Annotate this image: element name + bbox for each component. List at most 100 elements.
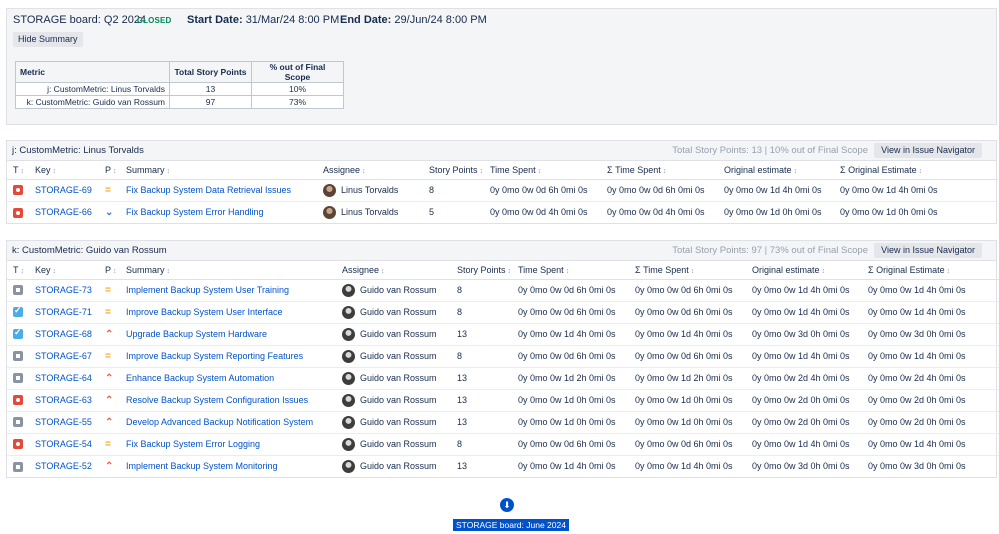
view-in-issue-navigator-button[interactable]: View in Issue Navigator [874, 243, 982, 258]
issue-key-link[interactable]: STORAGE-55 [35, 417, 92, 427]
issue-key-link[interactable]: STORAGE-67 [35, 351, 92, 361]
priority-cell: = [99, 433, 120, 456]
hide-summary-button[interactable]: Hide Summary [13, 32, 83, 47]
next-board-link[interactable]: STORAGE board: June 2024 [453, 519, 569, 531]
avatar [342, 393, 355, 407]
column-header-sum-original-estimate[interactable]: Σ Original Estimate ↕ [834, 161, 998, 180]
story-points-cell: 13 [451, 367, 512, 390]
sort-icon: ↕ [166, 167, 171, 175]
group-header: k: CustomMetric: Guido van Rossum Total S… [7, 241, 996, 261]
issue-key-link[interactable]: STORAGE-63 [35, 395, 92, 405]
issue-key-link[interactable]: STORAGE-64 [35, 373, 92, 383]
table-row[interactable]: STORAGE-68 ⌃ Upgrade Backup System Hardwar… [7, 323, 999, 346]
summary-points: 97 [169, 95, 252, 109]
issue-summary-link[interactable]: Implement Backup System Monitoring [126, 461, 278, 471]
issue-key-link[interactable]: STORAGE-68 [35, 329, 92, 339]
column-header-sum-time-spent[interactable]: Σ Time Spent ↕ [629, 261, 746, 280]
column-header-priority[interactable]: P ↕ [99, 161, 120, 180]
table-row[interactable]: STORAGE-69 = Fix Backup System Data Retrie… [7, 179, 998, 202]
issue-type-cell [7, 411, 29, 434]
story-points-cell: 13 [451, 389, 512, 412]
issue-summary-link[interactable]: Improve Backup System User Interface [126, 307, 283, 317]
column-header-label: Original estimate [724, 164, 792, 175]
table-row[interactable]: STORAGE-67 = Improve Backup System Reporti… [7, 345, 999, 368]
avatar [323, 183, 336, 197]
sort-icon: ↕ [362, 167, 366, 175]
issue-summary-link[interactable]: Upgrade Backup System Hardware [126, 329, 267, 339]
issue-key-cell: STORAGE-55 [29, 411, 99, 434]
summary-cell: Develop Advanced Backup Notification Sys… [120, 411, 336, 434]
column-header-time-spent[interactable]: Time Spent ↕ [484, 161, 601, 180]
table-row[interactable]: STORAGE-73 = Implement Backup System User … [7, 279, 999, 302]
end-date: End Date: 29/Jun/24 8:00 PM [340, 14, 487, 26]
sum-time-spent-cell: 0y 0mo 0w 1d 4h 0mi 0s [629, 323, 746, 346]
column-header-sum-original-estimate[interactable]: Σ Original Estimate ↕ [862, 261, 999, 280]
original-estimate-cell: 0y 0mo 0w 1d 4h 0mi 0s [746, 433, 862, 456]
issue-key-link[interactable]: STORAGE-71 [35, 307, 92, 317]
story-points-cell: 8 [423, 179, 484, 202]
issue-summary-link[interactable]: Resolve Backup System Configuration Issu… [126, 395, 308, 405]
column-header-story-points[interactable]: Story Points ↕ [423, 161, 484, 180]
column-header-original-estimate[interactable]: Original estimate ↕ [746, 261, 862, 280]
board-title: STORAGE board: Q2 2024 [13, 14, 147, 26]
column-header-priority[interactable]: P ↕ [99, 261, 120, 280]
column-header-type[interactable]: T ↕ [7, 261, 29, 280]
issue-key-link[interactable]: STORAGE-54 [35, 439, 92, 449]
issue-type-cell [7, 279, 29, 302]
status-badge: CLOSED [137, 16, 172, 25]
issue-summary-link[interactable]: Enhance Backup System Automation [126, 373, 274, 383]
issue-group: k: CustomMetric: Guido van Rossum Total S… [6, 240, 999, 478]
summary-points: 13 [169, 82, 252, 96]
story-points-cell: 8 [451, 345, 512, 368]
sort-icon: ↕ [113, 267, 117, 275]
issue-summary-link[interactable]: Implement Backup System User Training [126, 285, 289, 295]
table-row[interactable]: STORAGE-52 ⌃ Implement Backup System Monit… [7, 455, 999, 477]
issue-summary-link[interactable]: Fix Backup System Error Handling [126, 207, 264, 217]
table-row[interactable]: STORAGE-71 = Improve Backup System User In… [7, 301, 999, 324]
summary-cell: Enhance Backup System Automation [120, 367, 336, 390]
summary-table-header: Metric Total Story Points % out of Final… [15, 61, 344, 83]
column-header-key[interactable]: Key ↕ [29, 261, 99, 280]
assignee-cell: Guido van Rossum [336, 411, 451, 434]
column-header-label: Time Spent [518, 264, 564, 275]
issue-key-link[interactable]: STORAGE-69 [35, 185, 92, 195]
assignee-name: Linus Torvalds [341, 206, 399, 217]
issue-summary-link[interactable]: Develop Advanced Backup Notification Sys… [126, 417, 313, 427]
assignee-cell: Linus Torvalds [317, 179, 423, 202]
original-estimate-cell: 0y 0mo 0w 1d 4h 0mi 0s [746, 279, 862, 302]
issue-summary-link[interactable]: Fix Backup System Error Logging [126, 439, 260, 449]
table-row[interactable]: STORAGE-63 ⌃ Resolve Backup System Configu… [7, 389, 999, 412]
summary-cell: Fix Backup System Data Retrieval Issues [120, 179, 317, 202]
column-header-sum-time-spent[interactable]: Σ Time Spent ↕ [601, 161, 718, 180]
table-row[interactable]: STORAGE-64 ⌃ Enhance Backup System Automat… [7, 367, 999, 390]
sort-icon: ↕ [479, 167, 484, 175]
arrow-down-icon[interactable]: ⬇ [500, 498, 514, 512]
priority-medium-icon: = [105, 350, 111, 362]
subtask-icon [13, 373, 23, 384]
issue-key-link[interactable]: STORAGE-66 [35, 207, 92, 217]
column-header-label: Story Points [429, 164, 478, 175]
column-header-assignee[interactable]: Assignee ↕ [317, 161, 423, 180]
table-row[interactable]: STORAGE-54 = Fix Backup System Error Loggi… [7, 433, 999, 456]
column-header-type[interactable]: T ↕ [7, 161, 29, 180]
issue-summary-link[interactable]: Fix Backup System Data Retrieval Issues [126, 185, 291, 195]
priority-medium-icon: = [105, 184, 111, 196]
column-header-summary[interactable]: Summary ↕ [120, 161, 317, 180]
issue-key-link[interactable]: STORAGE-52 [35, 461, 92, 471]
column-header-original-estimate[interactable]: Original estimate ↕ [718, 161, 834, 180]
original-estimate-cell: 0y 0mo 0w 1d 4h 0mi 0s [746, 301, 862, 324]
column-header-assignee[interactable]: Assignee ↕ [336, 261, 451, 280]
sort-icon: ↕ [918, 167, 923, 175]
issue-summary-link[interactable]: Improve Backup System Reporting Features [126, 351, 303, 361]
issue-key-link[interactable]: STORAGE-73 [35, 285, 92, 295]
table-row[interactable]: STORAGE-55 ⌃ Develop Advanced Backup Notif… [7, 411, 999, 434]
column-header-summary[interactable]: Summary ↕ [120, 261, 336, 280]
table-row[interactable]: STORAGE-66 ⌄ Fix Backup System Error Handl… [7, 201, 998, 223]
column-header-key[interactable]: Key ↕ [29, 161, 99, 180]
column-header-time-spent[interactable]: Time Spent ↕ [512, 261, 629, 280]
column-header-label: T [13, 164, 19, 175]
column-header-story-points[interactable]: Story Points ↕ [451, 261, 512, 280]
issue-table: T ↕ Key ↕ P ↕ Summary ↕ Assignee ↕ Story Points ↕ Ti… [7, 161, 998, 223]
issue-group: j: CustomMetric: Linus Torvalds Total Sto… [6, 140, 998, 224]
view-in-issue-navigator-button[interactable]: View in Issue Navigator [874, 143, 982, 158]
